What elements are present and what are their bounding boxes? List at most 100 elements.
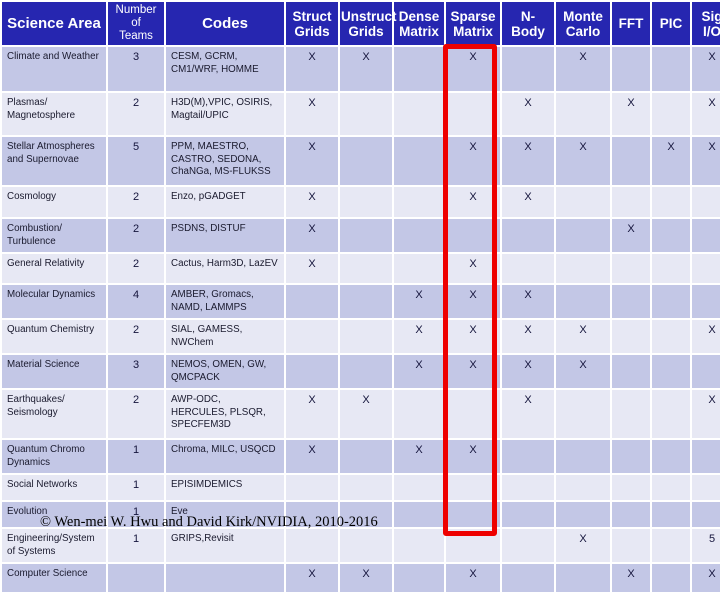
cell-unstruct-grids (340, 529, 392, 562)
column-header-sig-io: Sig I/O (692, 2, 720, 45)
cell-number-of-teams (108, 564, 164, 592)
cell-dense-matrix (394, 219, 444, 252)
header-line-sparse: Sparse (450, 8, 496, 24)
cell-codes: AMBER, Gromacs, NAMD, LAMMPS (166, 285, 284, 318)
cell-monte-carlo: X (556, 47, 610, 91)
table-row: Plasmas/ Magnetosphere 2 H3D(M),VPIC, OSIR… (2, 93, 720, 135)
cell-codes: SIAL, GAMESS, NWChem (166, 320, 284, 353)
cell-fft (612, 355, 650, 388)
cell-codes: PPM, MAESTRO, CASTRO, SEDONA, ChaNGa, MS… (166, 137, 284, 185)
cell-codes: GRIPS,Revisit (166, 529, 284, 562)
cell-pic (652, 564, 690, 592)
cell-n-body: X (502, 285, 554, 318)
cell-monte-carlo (556, 564, 610, 592)
cell-pic (652, 355, 690, 388)
cell-fft (612, 285, 650, 318)
cell-sparse-matrix: X (446, 137, 500, 185)
header-line-number: Number (115, 4, 157, 16)
column-header-monte-carlo: Monte Carlo (556, 2, 610, 45)
cell-pic (652, 93, 690, 135)
cell-science-area: Combustion/ Turbulence (2, 219, 106, 252)
cell-n-body: X (502, 137, 554, 185)
cell-sig-io (692, 187, 720, 217)
cell-fft: X (612, 219, 650, 252)
cell-fft: X (612, 564, 650, 592)
cell-n-body (502, 564, 554, 592)
cell-n-body (502, 440, 554, 473)
header-line-grids: Grids (294, 23, 330, 39)
cell-unstruct-grids: X (340, 47, 392, 91)
cell-dense-matrix (394, 475, 444, 500)
slide-canvas: Science Area Number of Teams Codes Struc… (0, 0, 720, 592)
cell-pic (652, 440, 690, 473)
cell-science-area: Material Science (2, 355, 106, 388)
cell-n-body (502, 475, 554, 500)
cell-science-area: Social Networks (2, 475, 106, 500)
cell-monte-carlo (556, 390, 610, 438)
cell-struct-grids: X (286, 47, 338, 91)
header-line-of: of (131, 17, 141, 29)
cell-n-body (502, 219, 554, 252)
table-row: Material Science 3 NEMOS, OMEN, GW, QMCPAC… (2, 355, 720, 388)
cell-n-body: X (502, 187, 554, 217)
cell-unstruct-grids: X (340, 390, 392, 438)
cell-struct-grids: X (286, 219, 338, 252)
cell-dense-matrix: X (394, 320, 444, 353)
cell-dense-matrix (394, 93, 444, 135)
cell-science-area: Plasmas/ Magnetosphere (2, 93, 106, 135)
cell-sig-io: X (692, 93, 720, 135)
cell-fft (612, 502, 650, 527)
column-header-dense-matrix: Dense Matrix (394, 2, 444, 45)
cell-sparse-matrix: X (446, 320, 500, 353)
cell-n-body: X (502, 355, 554, 388)
cell-codes: Enzo, pGADGET (166, 187, 284, 217)
table-row: Earthquakes/ Seismology 2 AWP-ODC, HERCULE… (2, 390, 720, 438)
cell-codes: H3D(M),VPIC, OSIRIS, Magtail/UPIC (166, 93, 284, 135)
cell-fft (612, 529, 650, 562)
cell-dense-matrix (394, 529, 444, 562)
cell-sparse-matrix (446, 93, 500, 135)
cell-n-body: X (502, 320, 554, 353)
table-row: Engineering/System of Systems 1 GRIPS,Revi… (2, 529, 720, 562)
header-line-sig: Sig (701, 8, 720, 24)
cell-monte-carlo: X (556, 529, 610, 562)
cell-sparse-matrix (446, 529, 500, 562)
table-row: Stellar Atmospheres and Supernovae 5 PPM, … (2, 137, 720, 185)
cell-struct-grids (286, 355, 338, 388)
cell-monte-carlo (556, 187, 610, 217)
cell-fft (612, 475, 650, 500)
cell-number-of-teams: 3 (108, 47, 164, 91)
cell-codes: Cactus, Harm3D, LazEV (166, 254, 284, 283)
cell-number-of-teams: 4 (108, 285, 164, 318)
cell-science-area: Climate and Weather (2, 47, 106, 91)
table-header-row: Science Area Number of Teams Codes Struc… (2, 2, 720, 45)
cell-number-of-teams: 2 (108, 187, 164, 217)
cell-pic (652, 502, 690, 527)
cell-codes: PSDNS, DISTUF (166, 219, 284, 252)
cell-science-area: Earthquakes/ Seismology (2, 390, 106, 438)
cell-fft (612, 47, 650, 91)
cell-fft: X (612, 93, 650, 135)
cell-unstruct-grids: X (340, 564, 392, 592)
cell-number-of-teams: 2 (108, 219, 164, 252)
cell-fft (612, 254, 650, 283)
cell-pic (652, 47, 690, 91)
cell-number-of-teams: 1 (108, 529, 164, 562)
copyright-notice: © Wen-mei W. Hwu and David Kirk/NVIDIA, … (40, 514, 378, 530)
cell-fft (612, 440, 650, 473)
cell-struct-grids: X (286, 254, 338, 283)
cell-n-body (502, 254, 554, 283)
cell-unstruct-grids (340, 285, 392, 318)
header-line-body: Body (511, 23, 545, 39)
cell-unstruct-grids (340, 137, 392, 185)
cell-science-area: Computer Science (2, 564, 106, 592)
header-line-carlo: Carlo (565, 23, 601, 39)
cell-dense-matrix (394, 137, 444, 185)
cell-dense-matrix: X (394, 285, 444, 318)
table-row: Quantum Chromo Dynamics 1 Chroma, MILC, US… (2, 440, 720, 473)
cell-sparse-matrix: X (446, 285, 500, 318)
cell-dense-matrix (394, 390, 444, 438)
cell-codes: NEMOS, OMEN, GW, QMCPACK (166, 355, 284, 388)
header-line-grids2: Grids (348, 23, 384, 39)
cell-sparse-matrix: X (446, 440, 500, 473)
